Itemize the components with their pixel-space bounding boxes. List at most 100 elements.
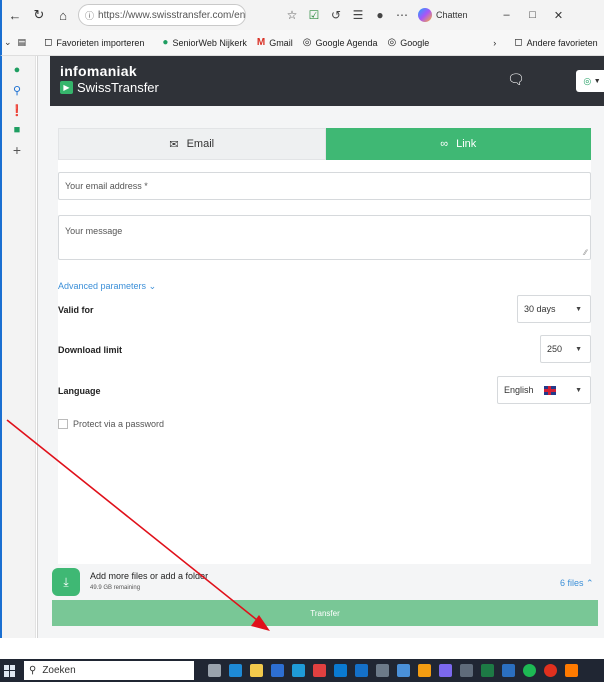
favorite-google[interactable]: ◎ Google bbox=[388, 37, 430, 48]
collections-icon[interactable]: ☰ bbox=[348, 5, 368, 25]
files-count-toggle[interactable]: 6 files ⌃ bbox=[560, 578, 594, 589]
maximize-icon[interactable]: □ bbox=[520, 9, 546, 21]
word-icon[interactable] bbox=[355, 664, 368, 677]
globe-icon: ◎ bbox=[387, 37, 397, 48]
chevron-down-icon: ▼ bbox=[575, 386, 582, 394]
favorite-import[interactable]: ◻ Favorieten importeren bbox=[44, 37, 144, 48]
search-icon[interactable]: ⚲ bbox=[2, 80, 32, 100]
outlook-icon[interactable] bbox=[334, 664, 347, 677]
language-menu-button[interactable]: ◎ ▼ bbox=[576, 70, 604, 92]
store-icon[interactable] bbox=[271, 664, 284, 677]
brand-logo[interactable]: infomaniak ▶ SwissTransfer bbox=[60, 63, 159, 95]
app-orange-icon[interactable] bbox=[418, 664, 431, 677]
swisstransfer-sidebar-icon[interactable]: ■ bbox=[2, 120, 32, 140]
resize-handle-icon[interactable]: ∕∕ bbox=[584, 248, 587, 257]
notepad-icon[interactable] bbox=[460, 664, 473, 677]
download-limit-label: Download limit bbox=[58, 345, 122, 355]
advanced-parameters-link[interactable]: Advanced parameters ⌄ bbox=[58, 281, 156, 292]
globe-icon: ◎ bbox=[583, 75, 592, 86]
refresh-extension-icon[interactable]: ↺ bbox=[326, 5, 346, 25]
close-icon[interactable]: ✕ bbox=[546, 9, 572, 22]
search-icon: ⚲ bbox=[29, 665, 37, 676]
brand-top: infomaniak bbox=[60, 63, 137, 79]
browser-toolbar: ← ↻ ⌂ ⓘ https://www.swisstransfer.com/en… bbox=[0, 0, 604, 30]
favorites-menu-icon[interactable]: ▤ bbox=[18, 37, 27, 48]
link-icon: ∞ bbox=[440, 138, 449, 150]
windows-taskbar: ⚲ Zoeken bbox=[0, 638, 604, 682]
brand-bottom: SwissTransfer bbox=[77, 80, 159, 95]
taskbar-search-input[interactable]: ⚲ Zoeken bbox=[24, 661, 194, 680]
transfer-button[interactable]: Transfer bbox=[52, 600, 598, 626]
calculator-icon[interactable] bbox=[376, 664, 389, 677]
home-icon[interactable]: ⌂ bbox=[52, 4, 74, 26]
edge-icon[interactable] bbox=[229, 664, 242, 677]
excel-icon[interactable] bbox=[481, 664, 494, 677]
chevron-down-icon[interactable]: ⌄ bbox=[4, 32, 12, 54]
spotify-icon[interactable] bbox=[523, 664, 536, 677]
address-bar[interactable]: ⓘ https://www.swisstransfer.com/en bbox=[78, 4, 246, 26]
message-field[interactable]: Your message ∕∕ bbox=[58, 215, 591, 260]
other-favorites[interactable]: ◻ Andere favorieten bbox=[514, 37, 597, 48]
site-header: infomaniak ▶ SwissTransfer 🗨 ◎ ▼ bbox=[50, 56, 604, 106]
windows-start-icon[interactable] bbox=[4, 664, 16, 677]
globe-icon: ◎ bbox=[302, 37, 312, 48]
favorite-google-agenda[interactable]: ◎ Google Agenda bbox=[303, 37, 378, 48]
minimize-icon[interactable]: – bbox=[494, 9, 520, 21]
file-explorer-icon[interactable] bbox=[250, 664, 263, 677]
folder-import-icon: ◻ bbox=[44, 37, 53, 48]
transfer-form: ✉ Email ∞ Link Your email address * Your… bbox=[58, 128, 591, 618]
tab-email[interactable]: ✉ Email bbox=[58, 128, 326, 160]
profile-icon[interactable]: ● bbox=[370, 5, 390, 25]
chevron-down-icon: ⌄ bbox=[148, 281, 157, 291]
storage-remaining: 49.9 GB remaining bbox=[90, 585, 141, 591]
seniorweb-sidebar-icon[interactable]: ● bbox=[2, 60, 32, 80]
transfer-type-toggle: ✉ Email ∞ Link bbox=[58, 128, 591, 160]
photos-icon[interactable] bbox=[397, 664, 410, 677]
seniorweb-icon: ● bbox=[162, 37, 169, 48]
valid-for-select[interactable]: 30 days ▼ bbox=[517, 295, 591, 323]
back-icon[interactable]: ← bbox=[4, 4, 26, 26]
favorite-seniorweb[interactable]: ● SeniorWeb Nijkerk bbox=[162, 37, 246, 48]
favorite-gmail[interactable]: M Gmail bbox=[257, 37, 293, 48]
extension-check-icon[interactable]: ☑ bbox=[304, 5, 324, 25]
checkbox-box[interactable] bbox=[58, 419, 68, 429]
alert-icon[interactable]: ❗ bbox=[2, 100, 32, 120]
uk-flag-icon bbox=[543, 385, 556, 395]
opera-icon[interactable] bbox=[544, 664, 557, 677]
firefox-icon[interactable] bbox=[565, 664, 578, 677]
taskbar-apps bbox=[208, 664, 586, 677]
language-select[interactable]: English ▼ bbox=[497, 376, 591, 404]
more-icon[interactable]: ⋯ bbox=[392, 5, 412, 25]
browser-sidebar: ● ⚲ ❗ ■ + bbox=[0, 56, 36, 638]
refresh-icon[interactable]: ↻ bbox=[28, 4, 50, 26]
page-viewport: infomaniak ▶ SwissTransfer 🗨 ◎ ▼ ✉ Email… bbox=[37, 56, 604, 638]
url-text: https://www.swisstransfer.com/en bbox=[98, 9, 246, 21]
favorites-overflow-icon[interactable]: › bbox=[493, 38, 496, 48]
app-blue-icon[interactable] bbox=[502, 664, 515, 677]
add-icon[interactable]: + bbox=[2, 140, 32, 160]
language-label: Language bbox=[58, 386, 101, 396]
task-view-icon[interactable] bbox=[208, 664, 221, 677]
copilot-chat-button[interactable]: Chatten bbox=[418, 8, 468, 22]
folder-icon: ◻ bbox=[514, 37, 523, 48]
chevron-down-icon: ▼ bbox=[593, 77, 601, 85]
app-purple-icon[interactable] bbox=[439, 664, 452, 677]
tab-link[interactable]: ∞ Link bbox=[325, 128, 591, 160]
taskbar-top-strip bbox=[0, 638, 604, 659]
chevron-down-icon: ▼ bbox=[575, 305, 582, 313]
favorite-star-icon[interactable]: ☆ bbox=[282, 5, 302, 25]
info-icon: ⓘ bbox=[85, 10, 95, 21]
upload-download-icon[interactable]: ⤓ bbox=[52, 568, 80, 596]
valid-for-label: Valid for bbox=[58, 305, 94, 315]
add-files-link[interactable]: Add more files or add a folder bbox=[90, 571, 208, 581]
chevron-down-icon: ▼ bbox=[575, 345, 582, 353]
chat-bubble-icon[interactable]: 🗨 bbox=[507, 71, 525, 89]
password-checkbox[interactable]: Protect via a password bbox=[58, 419, 164, 429]
favorites-bar: ⌄ ▤ ◻ Favorieten importeren ● SeniorWeb Ni… bbox=[0, 30, 604, 56]
app-red-icon[interactable] bbox=[313, 664, 326, 677]
envelope-icon: ✉ bbox=[169, 138, 179, 151]
download-limit-select[interactable]: 250 ▼ bbox=[540, 335, 591, 363]
mail-icon[interactable] bbox=[292, 664, 305, 677]
email-field[interactable]: Your email address * bbox=[58, 172, 591, 200]
swisstransfer-logo-icon: ▶ bbox=[60, 81, 73, 94]
